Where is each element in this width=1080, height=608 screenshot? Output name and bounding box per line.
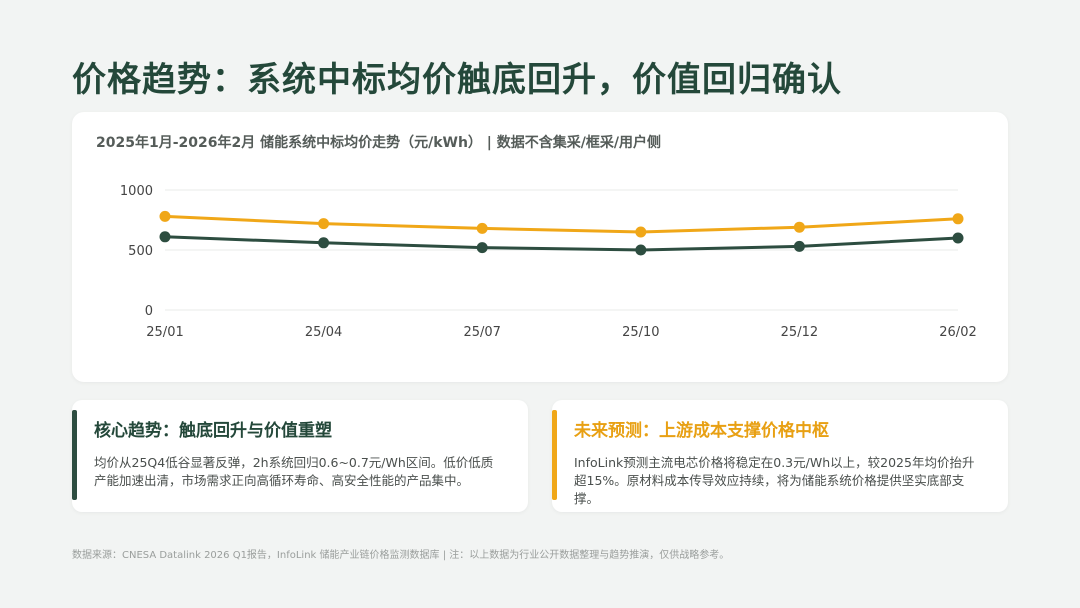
footer-source-note: 数据来源：CNESA Datalink 2026 Q1报告，InfoLink 储… xyxy=(72,550,730,561)
card-accent-bar xyxy=(72,410,77,500)
series-1-point-4 xyxy=(793,240,805,252)
series-1-point-2 xyxy=(476,242,488,254)
series-0-point-3 xyxy=(635,226,647,238)
y-tick-label: 1000 xyxy=(120,184,153,199)
series-1-point-5 xyxy=(952,232,964,244)
series-line-1 xyxy=(163,235,960,252)
x-tick-label: 25/04 xyxy=(305,325,342,340)
core-trend-body: 均价从25Q4低谷显著反弹，2h系统回归0.6~0.7元/Wh区间。低价低质产能… xyxy=(94,455,494,488)
series-0-point-2 xyxy=(476,222,488,234)
forecast-card: 未来预测：上游成本支撑价格中枢 InfoLink预测主流电芯价格将稳定在0.3元… xyxy=(552,400,1008,512)
x-tick-label: 25/12 xyxy=(781,325,818,340)
series-line-0 xyxy=(163,214,960,234)
y-tick-label: 0 xyxy=(145,304,153,319)
series-0-point-5 xyxy=(952,213,964,225)
x-tick-label: 25/07 xyxy=(463,325,500,340)
page-title: 价格趋势：系统中标均价触底回升，价值回归确认 xyxy=(72,60,842,100)
chart-card: 2025年1月-2026年2月 储能系统中标均价走势（元/kWh） | 数据不含… xyxy=(72,112,1008,382)
series-0-point-4 xyxy=(793,221,805,233)
card-accent-bar xyxy=(552,410,557,500)
series-0-point-0 xyxy=(159,210,171,222)
x-tick-label: 25/01 xyxy=(146,325,183,340)
line-chart: 0 500 1000 25/01 25/04 25/07 25/10 25/12 26/02 xyxy=(120,184,977,340)
forecast-body: InfoLink预测主流电芯价格将稳定在0.3元/Wh以上，较2025年均价抬升… xyxy=(574,455,975,506)
x-tick-label: 25/10 xyxy=(622,325,659,340)
series-1-point-0 xyxy=(159,231,171,243)
forecast-heading: 未来预测：上游成本支撑价格中枢 xyxy=(574,421,829,441)
series-1-point-1 xyxy=(318,237,330,249)
x-tick-label: 26/02 xyxy=(939,325,976,340)
core-trend-heading: 核心趋势：触底回升与价值重塑 xyxy=(94,421,332,441)
series-1-point-3 xyxy=(635,244,647,256)
series-0-point-1 xyxy=(318,218,330,230)
core-trend-card: 核心趋势：触底回升与价值重塑 均价从25Q4低谷显著反弹，2h系统回归0.6~0… xyxy=(72,400,528,512)
y-tick-label: 500 xyxy=(128,244,153,259)
